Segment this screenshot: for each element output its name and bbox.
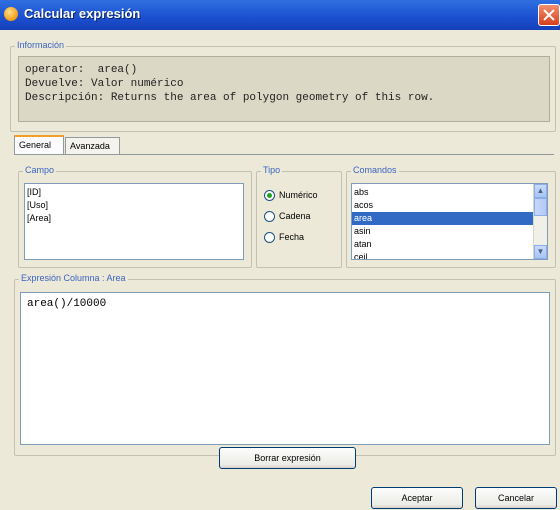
list-item[interactable]: ceil xyxy=(352,251,547,259)
list-item[interactable]: [ID] xyxy=(25,186,243,199)
radio-label: Fecha xyxy=(279,232,305,242)
radio-button[interactable] xyxy=(264,189,275,201)
campo-group-label: Campo xyxy=(23,165,57,175)
info-returns-line: Devuelve: Valor numérico xyxy=(25,78,184,90)
radio-cadena[interactable]: Cadena xyxy=(264,208,311,224)
window-title: Calcular expresión xyxy=(24,6,141,21)
tab-general[interactable]: General xyxy=(14,135,64,155)
scroll-up-icon[interactable]: ▲ xyxy=(534,184,547,198)
app-icon xyxy=(4,7,18,21)
list-item[interactable]: atan xyxy=(352,238,547,251)
tab-panel-border xyxy=(14,154,554,155)
list-item-selected[interactable]: area xyxy=(352,212,547,225)
expression-input[interactable]: area()/10000 xyxy=(20,292,550,445)
campo-list[interactable]: [ID] [Uso] [Area] xyxy=(24,183,244,260)
comandos-list[interactable]: abs acos area asin atan ceil cos ▲ ▼ xyxy=(351,183,548,260)
scroll-thumb[interactable] xyxy=(534,198,547,216)
info-group-label: Información xyxy=(15,40,67,50)
radio-label: Numérico xyxy=(279,190,318,200)
expression-group-label: Expresión Columna : Area xyxy=(19,273,128,283)
cancel-button[interactable]: Cancelar xyxy=(475,487,557,509)
scroll-down-icon[interactable]: ▼ xyxy=(534,245,547,259)
info-description-line: Descripción: Returns the area of polygon… xyxy=(25,92,435,104)
list-item[interactable]: abs xyxy=(352,186,547,199)
comandos-group-label: Comandos xyxy=(351,165,399,175)
radio-button[interactable] xyxy=(264,231,275,243)
radio-button[interactable] xyxy=(264,210,275,222)
clear-expression-button[interactable]: Borrar expresión xyxy=(219,447,356,469)
info-operator-line: operator: area() xyxy=(25,64,138,76)
radio-fecha[interactable]: Fecha xyxy=(264,229,304,245)
list-item[interactable]: [Uso] xyxy=(25,199,243,212)
info-text-box: operator: area() Devuelve: Valor numérico… xyxy=(18,56,550,122)
radio-label: Cadena xyxy=(279,211,311,221)
tipo-group-label: Tipo xyxy=(261,165,283,175)
close-button[interactable] xyxy=(538,4,560,26)
list-item[interactable]: [Area] xyxy=(25,212,243,225)
tab-avanzada[interactable]: Avanzada xyxy=(65,137,120,154)
accept-button[interactable]: Aceptar xyxy=(371,487,463,509)
list-item[interactable]: acos xyxy=(352,199,547,212)
title-bar: Calcular expresión xyxy=(0,0,560,30)
comandos-scrollbar[interactable]: ▲ ▼ xyxy=(533,184,547,259)
list-item[interactable]: asin xyxy=(352,225,547,238)
radio-numerico[interactable]: Numérico xyxy=(264,187,318,203)
